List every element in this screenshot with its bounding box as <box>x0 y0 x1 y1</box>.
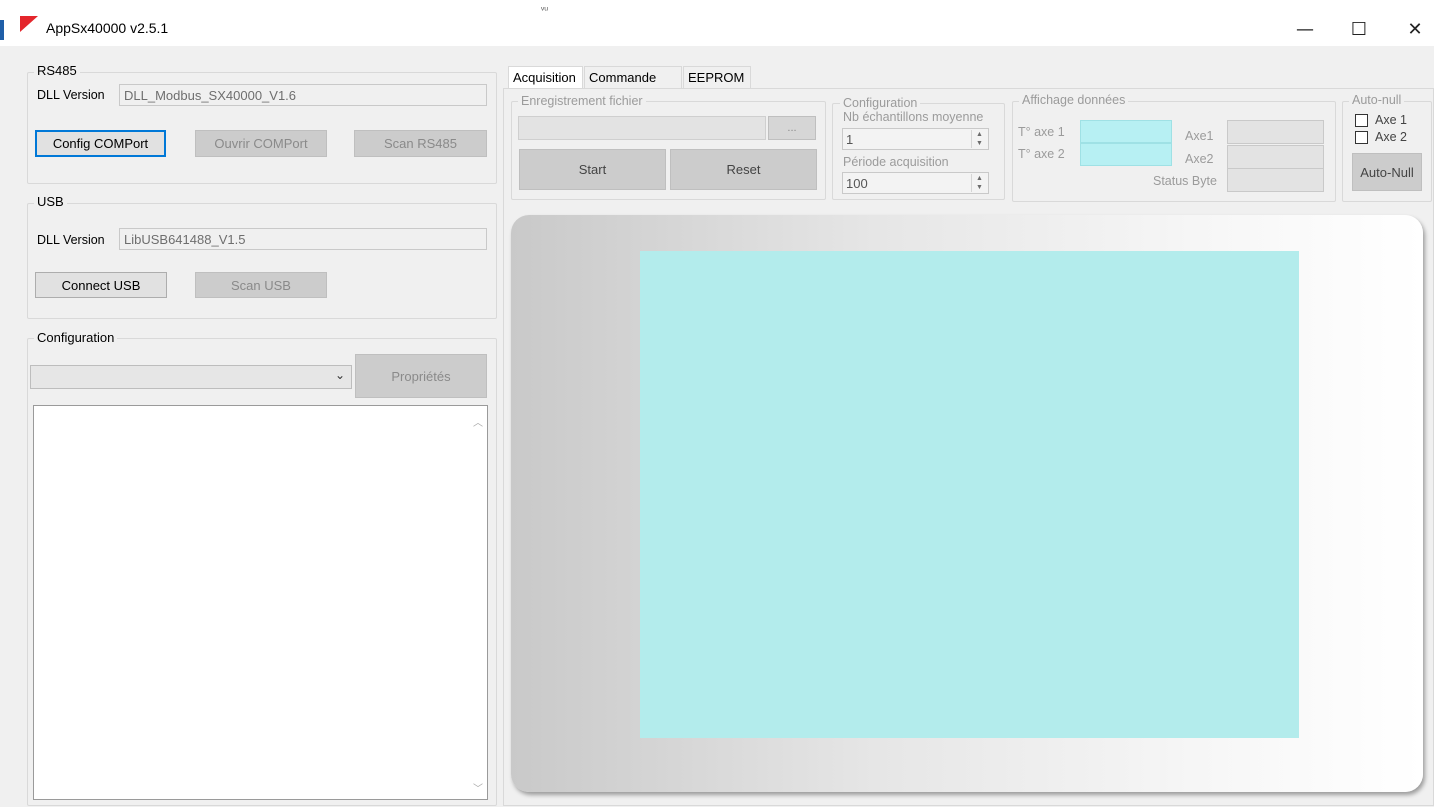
browse-button[interactable]: ... <box>768 116 816 140</box>
axe1-checkbox-label: Axe 1 <box>1375 113 1407 127</box>
temp-axe2-label: T° axe 2 <box>1018 147 1065 161</box>
configuration-select[interactable]: ⌄ <box>30 365 352 389</box>
open-comport-button[interactable]: Ouvrir COMPort <box>195 130 327 157</box>
temp-axe1-label: T° axe 1 <box>1018 125 1065 139</box>
axe2-field[interactable] <box>1227 145 1324 169</box>
auto-null-button[interactable]: Auto-Null <box>1352 153 1422 191</box>
scroll-up-icon[interactable]: ︿ <box>473 414 483 429</box>
minimize-icon[interactable]: — <box>1282 14 1328 44</box>
axe1-label: Axe1 <box>1185 129 1214 143</box>
samples-value: 1 <box>846 132 854 147</box>
app-logo-icon <box>20 16 38 32</box>
acq-config-legend: Configuration <box>840 96 921 110</box>
axe2-checkbox[interactable] <box>1355 131 1368 144</box>
rs485-dll-label: DLL Version <box>37 88 105 102</box>
scroll-down-icon[interactable]: ﹀ <box>473 780 483 795</box>
period-spinner[interactable]: 100 ▲ ▼ <box>842 172 989 194</box>
start-button[interactable]: Start <box>519 149 666 190</box>
scan-rs485-button[interactable]: Scan RS485 <box>354 130 487 157</box>
close-icon[interactable]: ✕ <box>1392 14 1434 44</box>
properties-button[interactable]: Propriétés <box>355 354 487 398</box>
status-byte-label: Status Byte <box>1153 174 1217 188</box>
title-bar <box>0 0 1434 46</box>
usb-group <box>27 203 497 319</box>
reset-button[interactable]: Reset <box>670 149 817 190</box>
spinner-arrows-icon[interactable]: ▲ ▼ <box>971 174 987 192</box>
tab-eeprom[interactable]: EEPROM <box>683 66 751 88</box>
chevron-down-icon: ⌄ <box>334 368 345 382</box>
title-artifact: ᵥᵤ <box>541 2 549 13</box>
temp-axe1-field[interactable] <box>1080 120 1172 143</box>
usb-dll-label: DLL Version <box>37 233 105 247</box>
config-comport-button[interactable]: Config COMPort <box>35 130 166 157</box>
configuration-legend: Configuration <box>34 330 118 345</box>
left-edge-artifact <box>0 20 4 40</box>
samples-label: Nb échantillons moyenne <box>843 110 984 124</box>
temp-axe2-field[interactable] <box>1080 143 1172 166</box>
tab-commande-rs[interactable]: Commande RS <box>584 66 682 100</box>
usb-legend: USB <box>34 194 67 209</box>
scan-usb-button[interactable]: Scan USB <box>195 272 327 298</box>
usb-dll-field[interactable]: LibUSB641488_V1.5 <box>119 228 487 250</box>
file-path-field[interactable] <box>518 116 766 140</box>
period-value: 100 <box>846 176 868 191</box>
axe2-checkbox-label: Axe 2 <box>1375 130 1407 144</box>
period-label: Période acquisition <box>843 155 949 169</box>
autonull-legend: Auto-null <box>1349 93 1405 107</box>
axe1-field[interactable] <box>1227 120 1324 144</box>
rs485-dll-field[interactable]: DLL_Modbus_SX40000_V1.6 <box>119 84 487 106</box>
window-title: AppSx40000 v2.5.1 <box>46 20 169 36</box>
samples-spinner[interactable]: 1 ▲ ▼ <box>842 128 989 150</box>
maximize-icon[interactable]: ☐ <box>1336 14 1382 44</box>
tab-acquisition[interactable]: Acquisition <box>508 66 583 88</box>
display-legend: Affichage données <box>1019 93 1129 107</box>
recording-legend: Enregistrement fichier <box>518 94 646 108</box>
axe1-checkbox[interactable] <box>1355 114 1368 127</box>
connect-usb-button[interactable]: Connect USB <box>35 272 167 298</box>
axe2-label: Axe2 <box>1185 152 1214 166</box>
configuration-text-area[interactable]: ︿ ﹀ <box>33 405 488 800</box>
rs485-legend: RS485 <box>34 63 80 78</box>
spinner-arrows-icon[interactable]: ▲ ▼ <box>971 130 987 148</box>
plot-area <box>640 251 1299 738</box>
status-byte-field[interactable] <box>1227 168 1324 192</box>
